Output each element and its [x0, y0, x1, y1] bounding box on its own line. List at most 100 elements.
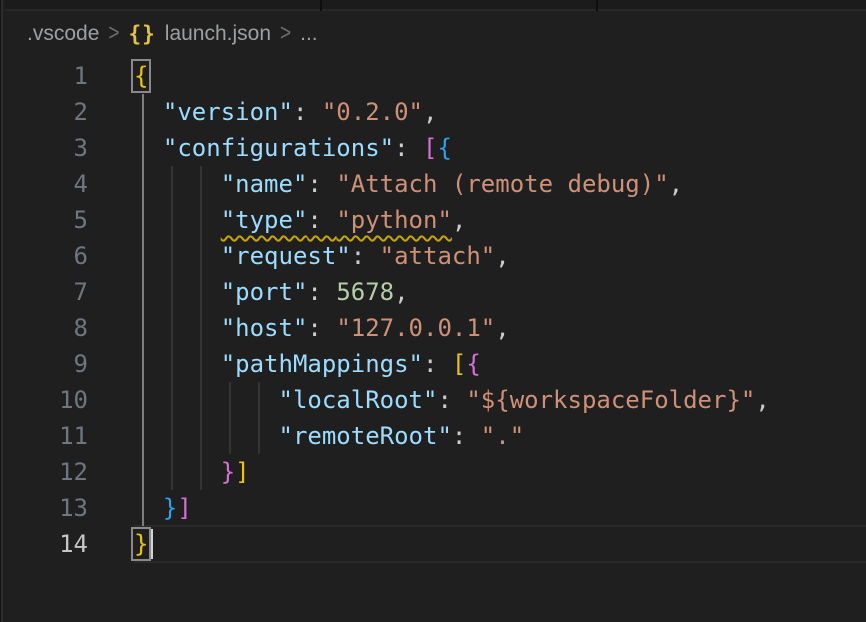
code-token: : [394, 134, 423, 162]
line-number[interactable]: 3 [5, 130, 88, 166]
code-line[interactable]: "request": "attach", [134, 238, 866, 274]
line-number[interactable]: 14 [5, 526, 88, 562]
code-token: "attach" [380, 242, 496, 270]
code-line[interactable]: "port": 5678, [134, 274, 866, 310]
code-token [134, 494, 163, 522]
vscode-editor-window: .vscode > {} launch.json > ... 123456789… [0, 0, 866, 622]
code-line[interactable]: } [134, 526, 866, 562]
line-number[interactable]: 12 [5, 454, 88, 490]
code-token: } [221, 458, 235, 486]
gutter[interactable]: 1234567891011121314 [5, 58, 88, 562]
code-token: "port" [221, 278, 308, 306]
indent-guide [229, 382, 231, 454]
line-number[interactable]: 5 [5, 202, 88, 238]
line-number[interactable]: 4 [5, 166, 88, 202]
code-token: "0.2.0" [322, 98, 423, 126]
code-token: , [423, 98, 437, 126]
breadcrumb-symbol-ellipsis[interactable]: ... [300, 22, 318, 46]
line-number[interactable]: 11 [5, 418, 88, 454]
code-token [134, 386, 279, 414]
code-line[interactable]: "pathMappings": [{ [134, 346, 866, 382]
code-line[interactable]: "name": "Attach (remote debug)", [134, 166, 866, 202]
code-token [134, 350, 221, 378]
text-cursor [150, 529, 153, 559]
code-token [134, 134, 163, 162]
code-token: "${workspaceFolder}" [466, 386, 755, 414]
code-token: "name" [221, 170, 308, 198]
code-token: : [307, 170, 336, 198]
code-token: "Attach (remote debug)" [336, 170, 668, 198]
code-lines[interactable]: { "version": "0.2.0", "configurations": … [134, 58, 866, 562]
line-number[interactable]: 8 [5, 310, 88, 346]
code-line[interactable]: { [134, 58, 866, 94]
line-number[interactable]: 7 [5, 274, 88, 310]
code-token: , [669, 170, 683, 198]
code-token: "127.0.0.1" [336, 314, 495, 342]
code-token [134, 206, 221, 234]
line-number[interactable]: 9 [5, 346, 88, 382]
code-token: : [307, 206, 336, 234]
code-token: "remoteRoot" [279, 422, 452, 450]
code-token: { [437, 134, 451, 162]
code-token [134, 278, 221, 306]
code-token [134, 422, 279, 450]
indent-guide [200, 166, 202, 490]
code-token: 5678 [336, 278, 394, 306]
code-token: ] [177, 494, 191, 522]
code-token [134, 98, 163, 126]
code-token: } [163, 494, 177, 522]
code-area: 1234567891011121314 { "version": "0.2.0"… [5, 55, 866, 622]
chevron-right-icon: > [280, 20, 291, 48]
code-line[interactable]: }] [134, 454, 866, 490]
code-line[interactable]: }] [134, 490, 866, 526]
indent-guide [142, 94, 144, 526]
breadcrumb-file[interactable]: launch.json [165, 22, 271, 46]
code-token [134, 458, 221, 486]
code-token: "request" [221, 242, 351, 270]
chevron-right-icon: > [108, 20, 119, 48]
code-line[interactable]: "version": "0.2.0", [134, 94, 866, 130]
code-token: "pathMappings" [221, 350, 423, 378]
code-line[interactable]: "configurations": [{ [134, 130, 866, 166]
line-number[interactable]: 2 [5, 94, 88, 130]
code-token: ] [235, 458, 249, 486]
code-token: : [423, 350, 452, 378]
code-line[interactable]: "type": "python", [134, 202, 866, 238]
code-token: "version" [163, 98, 293, 126]
code-line[interactable]: "localRoot": "${workspaceFolder}", [134, 382, 866, 418]
code-token: "localRoot" [279, 386, 438, 414]
code-token: : [307, 314, 336, 342]
code-line[interactable]: "remoteRoot": "." [134, 418, 866, 454]
code-token: : [293, 98, 322, 126]
line-number[interactable]: 10 [5, 382, 88, 418]
code-token: , [452, 206, 466, 234]
tab-separator [320, 0, 322, 11]
code-token: "host" [221, 314, 308, 342]
line-number[interactable]: 6 [5, 238, 88, 274]
code-token: , [394, 278, 408, 306]
line-number[interactable]: 13 [5, 490, 88, 526]
indent-guide [171, 166, 173, 490]
code-token: , [495, 242, 509, 270]
editor-left-border [0, 0, 3, 622]
code-token: : [437, 386, 466, 414]
breadcrumb-folder[interactable]: .vscode [27, 22, 99, 46]
code-token: "python" [336, 206, 452, 234]
breadcrumb: .vscode > {} launch.json > ... [5, 13, 866, 55]
json-file-icon: {} [128, 22, 155, 46]
line-number[interactable]: 1 [5, 58, 88, 94]
code-token: : [452, 422, 481, 450]
code-line[interactable]: "host": "127.0.0.1", [134, 310, 866, 346]
code-token: "." [481, 422, 524, 450]
code-token: } [134, 530, 148, 558]
code-token: { [466, 350, 480, 378]
code-token: [ [423, 134, 437, 162]
code-token: : [351, 242, 380, 270]
code-token [134, 314, 221, 342]
code-token: , [755, 386, 769, 414]
code-token: { [134, 62, 148, 90]
tab-bar-bottom-strip[interactable] [5, 0, 866, 11]
code-token: , [495, 314, 509, 342]
code-token: [ [452, 350, 466, 378]
code-token: "configurations" [163, 134, 394, 162]
